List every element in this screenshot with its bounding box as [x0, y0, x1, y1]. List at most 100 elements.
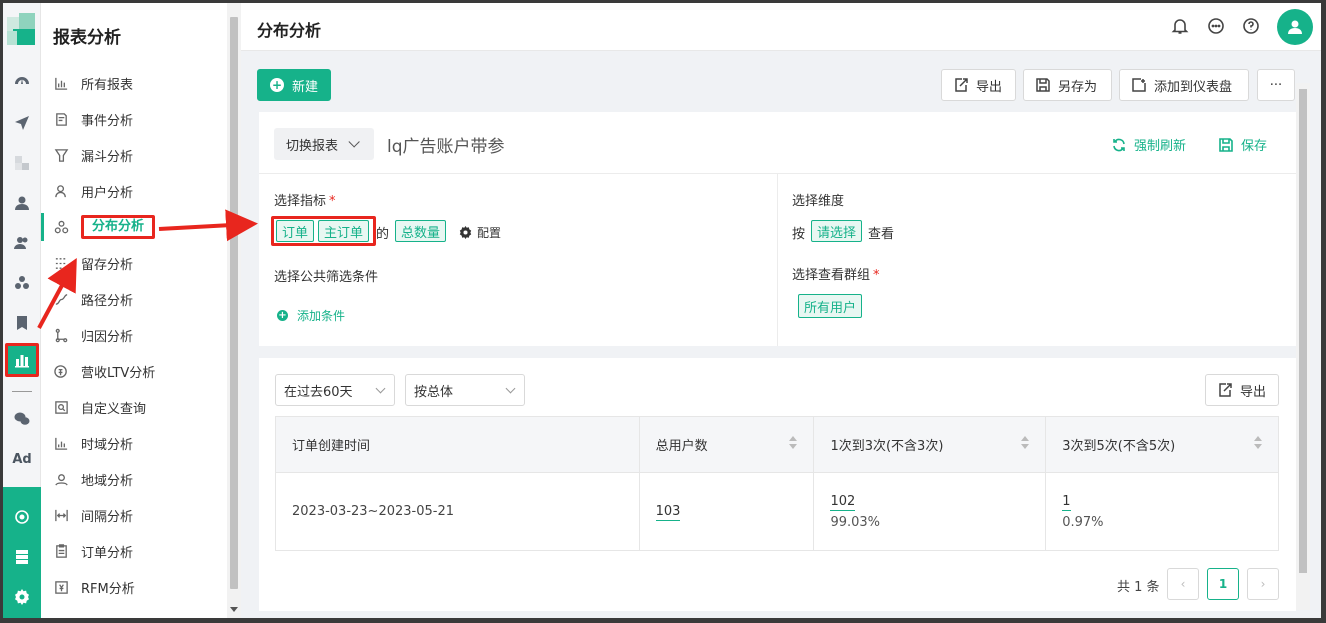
pager-prev-button[interactable]: ‹ [1167, 568, 1199, 600]
sidebar-item-label: 留存分析 [81, 257, 134, 273]
pager-page-1[interactable]: 1 [1207, 568, 1239, 600]
wechat-icon[interactable] [8, 405, 36, 433]
sidebar-item-attribution-analysis[interactable]: 归因分析 [41, 321, 227, 349]
avatar[interactable] [1277, 9, 1313, 45]
report-sidebar: 报表分析 所有报表 事件分析 漏斗分析 用户分析 分布分析 留存分析 路径分析 … [41, 3, 227, 618]
bookmark-icon[interactable] [8, 309, 36, 337]
plus-icon: + [277, 309, 288, 321]
sidebar-item-user-analysis[interactable]: 用户分析 [41, 177, 227, 205]
scroll-down-arrow[interactable] [230, 607, 238, 612]
configure-label: 配置 [477, 226, 502, 240]
add-to-dashboard-button[interactable]: 添加到仪表盘 [1119, 69, 1249, 101]
server-icon[interactable] [8, 543, 36, 571]
sidebar-item-label: 漏斗分析 [81, 149, 134, 165]
sort-icon[interactable] [1254, 436, 1262, 452]
period-cell: 2023-03-23~2023-05-21 [275, 472, 640, 551]
scrollbar-thumb[interactable] [1299, 89, 1307, 573]
sidebar-item-label: 事件分析 [81, 113, 134, 129]
sidebar-item-distribution-analysis[interactable]: 分布分析 [41, 213, 227, 241]
new-report-button[interactable]: + 新建 [257, 69, 331, 101]
results-export-button[interactable]: 导出 [1205, 374, 1279, 406]
time-chart-icon [53, 435, 69, 451]
sidebar-scrollbar[interactable] [227, 3, 241, 618]
config-panel: 切换报表 lq广告账户带参 强制刷新 保存 选择指标 * 订单 主订单 的 总数量 [259, 112, 1296, 346]
bucket2-count[interactable]: 1 [1062, 493, 1071, 511]
sidebar-item-time-analysis[interactable]: 时域分析 [41, 429, 227, 457]
sidebar-item-retention-analysis[interactable]: 留存分析 [41, 249, 227, 277]
sidebar-item-label: 间隔分析 [81, 509, 134, 525]
sidebar-item-rfm-analysis[interactable]: RFM分析 [41, 573, 227, 601]
sidebar-item-custom-query[interactable]: 自定义查询 [41, 393, 227, 421]
time-range-dropdown[interactable]: 在过去60天 [275, 374, 395, 406]
new-label: 新建 [292, 79, 319, 95]
report-name[interactable]: lq广告账户带参 [387, 132, 505, 157]
reports-chart-icon[interactable] [5, 343, 39, 377]
plus-icon: + [270, 78, 284, 92]
panel-divider-vertical [777, 174, 778, 346]
sidebar-item-event-analysis[interactable]: 事件分析 [41, 105, 227, 133]
sort-icon[interactable] [789, 436, 798, 452]
column-header[interactable]: 订单创建时间 [275, 416, 640, 473]
force-refresh-button[interactable]: 强制刷新 [1112, 135, 1186, 154]
dimension-select[interactable]: 请选择 [811, 220, 863, 242]
add-condition-button[interactable]: + 添加条件 [277, 307, 345, 324]
ad-label[interactable]: Ad [8, 445, 36, 473]
aggregation-dropdown[interactable]: 按总体 [405, 374, 525, 406]
column-header[interactable]: 1次到3次(不含3次) [813, 416, 1047, 473]
metric-tag-total[interactable]: 总数量 [395, 220, 447, 242]
user-icon [53, 183, 69, 199]
sidebar-item-funnel-analysis[interactable]: 漏斗分析 [41, 141, 227, 169]
help-icon[interactable] [1242, 17, 1260, 35]
users-icon[interactable] [8, 229, 36, 257]
sort-icon[interactable] [1021, 436, 1030, 452]
content-scrollbar[interactable] [1296, 83, 1310, 610]
save-as-button[interactable]: 另存为 [1023, 69, 1112, 101]
sidebar-title: 报表分析 [53, 28, 121, 48]
switch-report-dropdown[interactable]: 切换报表 [274, 128, 374, 160]
send-icon[interactable] [8, 109, 36, 137]
column-header[interactable]: 3次到5次(不含5次) [1045, 416, 1279, 473]
column-header[interactable]: 总用户数 [638, 416, 815, 473]
query-icon [53, 399, 69, 415]
sidebar-item-all-reports[interactable]: 所有报表 [41, 69, 227, 97]
metric-tag-order[interactable]: 订单 [276, 220, 315, 242]
bucket2-cell: 1 0.97% [1045, 472, 1279, 551]
sidebar-item-label: 路径分析 [81, 293, 134, 309]
rail-divider [12, 391, 32, 392]
chat-icon[interactable] [1207, 17, 1225, 35]
bell-icon[interactable] [1171, 17, 1189, 35]
scrollbar-thumb[interactable] [230, 17, 238, 589]
page-title: 分布分析 [257, 21, 322, 40]
results-table: 订单创建时间 总用户数 1次到3次(不含3次) 3次到5次(不含5次) 2023… [275, 416, 1279, 551]
sidebar-item-order-analysis[interactable]: 订单分析 [41, 537, 227, 565]
of-word: 的 [376, 227, 390, 242]
metric-tag-main-order[interactable]: 主订单 [318, 220, 370, 242]
group-tag-all-users[interactable]: 所有用户 [798, 294, 863, 318]
sidebar-item-path-analysis[interactable]: 路径分析 [41, 285, 227, 313]
blocks-icon[interactable] [8, 149, 36, 177]
grid-icon [53, 255, 69, 271]
pager-next-button[interactable]: › [1247, 568, 1279, 600]
dashboard-icon[interactable] [8, 69, 36, 97]
save-button[interactable]: 保存 [1219, 135, 1267, 154]
user-icon[interactable] [8, 189, 36, 217]
sidebar-item-interval-analysis[interactable]: 间隔分析 [41, 501, 227, 529]
configure-button[interactable]: 配置 [459, 224, 501, 241]
total-link[interactable]: 103 [655, 503, 681, 521]
export-button[interactable]: 导出 [941, 69, 1016, 101]
sidebar-item-region-analysis[interactable]: 地域分析 [41, 465, 227, 493]
aggregation-value: 按总体 [414, 384, 454, 400]
sidebar-item-revenue-ltv[interactable]: 营收LTV分析 [41, 357, 227, 385]
circle-nodes-icon[interactable] [8, 503, 36, 531]
more-button[interactable]: ··· [1257, 69, 1295, 101]
gear-icon[interactable] [8, 583, 36, 611]
group-icon[interactable] [8, 269, 36, 297]
bucket2-percent: 0.97% [1062, 515, 1104, 530]
filter-heading: 选择公共筛选条件 [274, 270, 379, 285]
bucket1-count[interactable]: 102 [830, 493, 856, 511]
export-label: 导出 [976, 79, 1003, 95]
export-icon [1219, 383, 1232, 397]
refresh-icon [1113, 138, 1125, 151]
top-header: 分布分析 [241, 3, 1321, 51]
interval-icon [53, 507, 69, 523]
